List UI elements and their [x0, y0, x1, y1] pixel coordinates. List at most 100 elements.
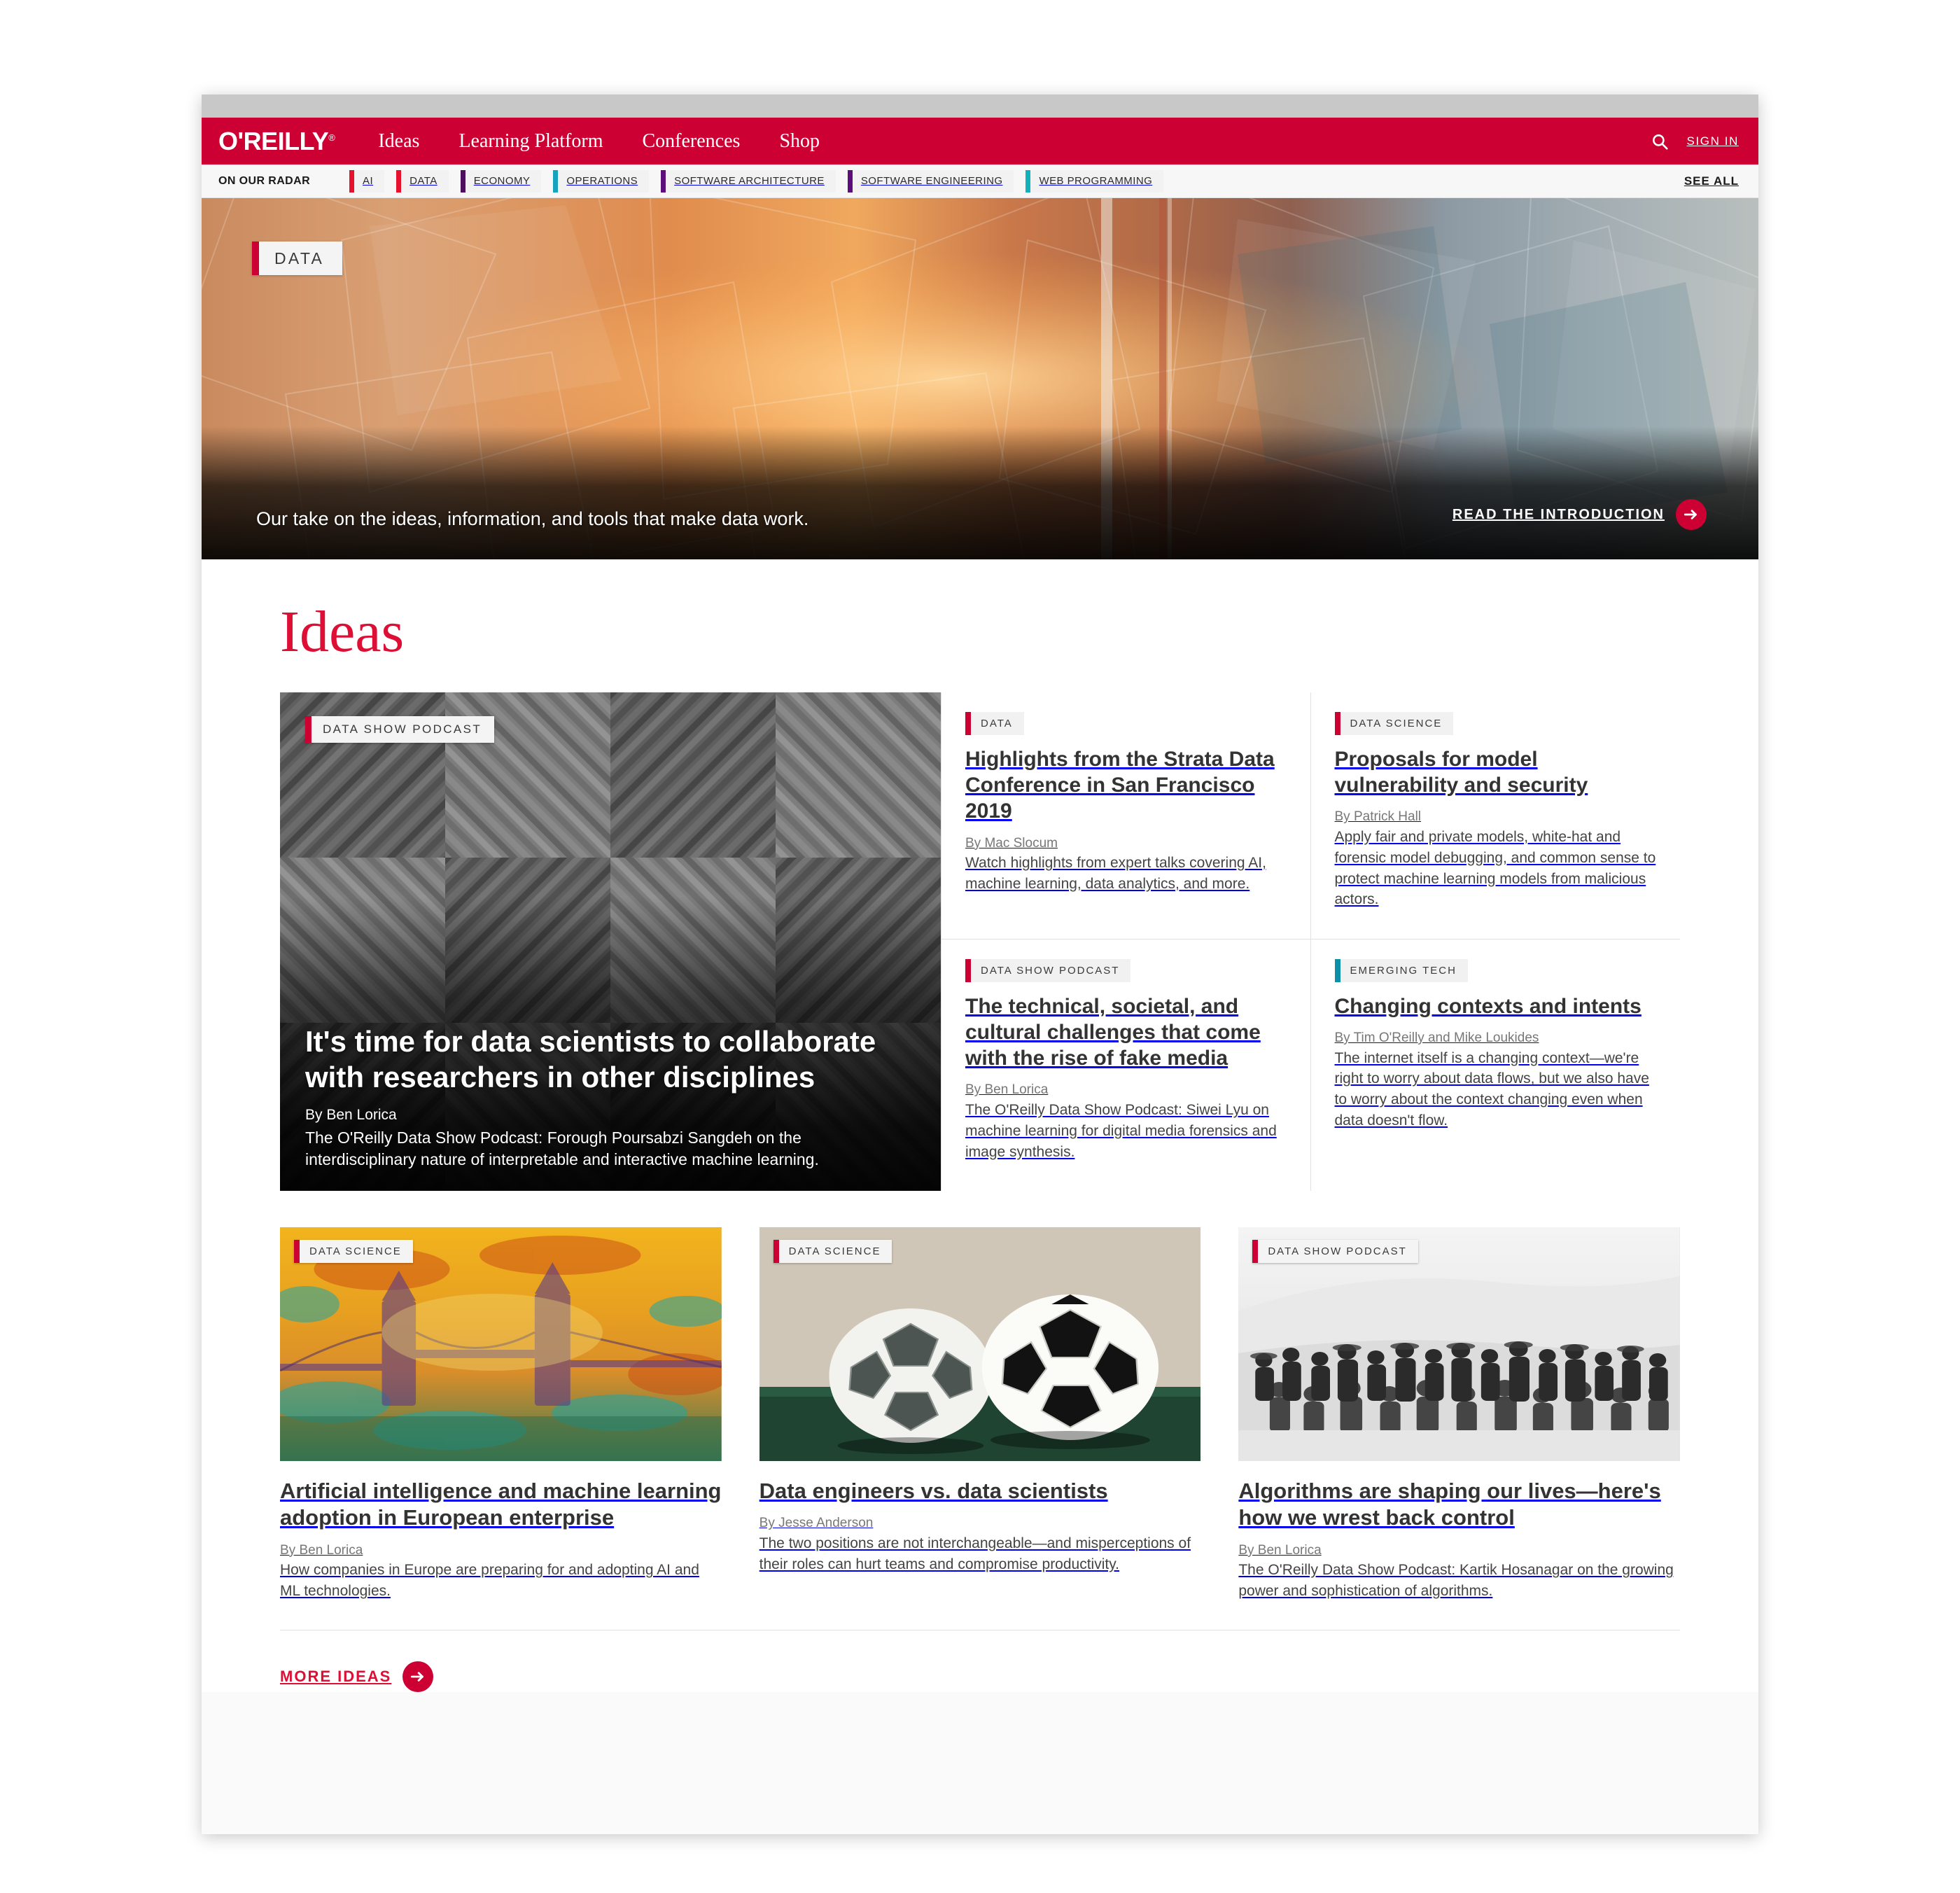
article-body: Artificial intelligence and machine lear… [280, 1461, 722, 1602]
article-card-fake-media[interactable]: DATA SHOW PODCAST The technical, societa… [941, 939, 1311, 1191]
article-title: Changing contexts and intents [1334, 994, 1642, 1018]
radar-chip-ai[interactable]: AI [349, 169, 385, 193]
radar-chip-color-bar [553, 169, 559, 193]
article-title: Artificial intelligence and machine lear… [280, 1479, 722, 1530]
article-card-model-vulnerability[interactable]: DATA SCIENCE Proposals for model vulnera… [1310, 692, 1680, 939]
nav-links: Ideas Learning Platform Conferences Shop [378, 130, 820, 153]
nav-right-group: SIGN IN [1651, 118, 1740, 165]
page-footer-strip [202, 1692, 1758, 1736]
radar-items: AI DATA ECONOMY OPERATIONS SOFTWARE ARCH… [349, 169, 1164, 193]
hero-bottom-scrim [202, 426, 1758, 559]
article-card-european-enterprise[interactable]: DATA SCIENCE Artificial intelligence and… [280, 1227, 722, 1602]
article-card-data-engineers[interactable]: DATA SCIENCE Data engineers vs. data sci… [759, 1227, 1201, 1602]
badge-color-bar [294, 1240, 300, 1263]
badge-color-bar [1334, 958, 1340, 982]
radar-chip-web-programming[interactable]: WEB PROGRAMMING [1026, 169, 1164, 193]
article-card-changing-contexts[interactable]: EMERGING TECH Changing contexts and inte… [1311, 939, 1681, 1191]
badge-color-bar [965, 958, 971, 982]
arrow-right-icon [1676, 499, 1707, 530]
radar-chip-color-bar [349, 169, 355, 193]
article-thumbnail: DATA SCIENCE [280, 1227, 722, 1461]
radar-chip-economy[interactable]: ECONOMY [460, 169, 542, 193]
see-all-link[interactable]: SEE ALL [1684, 174, 1739, 188]
category-badge: DATA SCIENCE [1334, 712, 1454, 735]
category-badge: DATA SHOW PODCAST [965, 958, 1131, 982]
browser-chrome-strip [202, 95, 1758, 118]
radar-chip-color-bar [460, 169, 465, 193]
badge-color-bar [305, 716, 312, 743]
radar-chip-color-bar [661, 169, 666, 193]
feature-description: The O'Reilly Data Show Podcast: Forough … [305, 1128, 819, 1169]
radar-chip-label: OPERATIONS [566, 175, 638, 187]
category-badge: DATA SCIENCE [773, 1240, 892, 1263]
article-author: By Tim O'Reilly and Mike Loukides [1334, 1031, 1539, 1045]
radar-chip-software-engineering[interactable]: SOFTWARE ENGINEERING [847, 169, 1014, 193]
category-badge: EMERGING TECH [1334, 958, 1468, 982]
radar-chip-color-bar [396, 169, 402, 193]
nav-item-shop[interactable]: Shop [779, 130, 820, 153]
radar-chip-label: DATA [410, 175, 438, 187]
article-thumbnail: DATA SCIENCE [759, 1227, 1201, 1461]
article-title: Data engineers vs. data scientists [759, 1479, 1108, 1503]
category-badge: DATA SCIENCE [294, 1240, 413, 1263]
radar-chip-color-bar [847, 169, 853, 193]
article-title: The technical, societal, and cultural ch… [965, 994, 1261, 1070]
category-badge-label: DATA SCIENCE [309, 1245, 402, 1257]
article-author: By Patrick Hall [1334, 809, 1422, 825]
main-navbar: O'REILLY® Ideas Learning Platform Confer… [202, 118, 1758, 165]
category-badge-label: DATA SCIENCE [788, 1245, 881, 1257]
radar-chip-label: SOFTWARE ARCHITECTURE [674, 175, 825, 187]
category-badge: DATA [965, 712, 1024, 735]
feature-badge-label: DATA SHOW PODCAST [323, 722, 482, 736]
hero-tagline: Our take on the ideas, information, and … [256, 508, 809, 529]
article-title: Algorithms are shaping our lives—here's … [1238, 1479, 1661, 1530]
hero-cta-label: READ THE INTRODUCTION [1452, 506, 1665, 522]
nav-item-learning-platform[interactable]: Learning Platform [458, 130, 603, 153]
category-badge-label: DATA SCIENCE [1350, 718, 1443, 729]
feature-category-badge: DATA SHOW PODCAST [305, 716, 495, 743]
search-icon[interactable] [1651, 132, 1669, 151]
article-thumbnail: DATA SHOW PODCAST [1238, 1227, 1681, 1461]
more-ideas-button[interactable]: MORE IDEAS [280, 1630, 1680, 1693]
radar-chip-label: AI [363, 175, 374, 187]
article-card-algorithms-control[interactable]: DATA SHOW PODCAST Algorithms are shaping… [1238, 1227, 1681, 1602]
category-badge-label: DATA SHOW PODCAST [981, 964, 1120, 977]
article-card-strata-highlights[interactable]: DATA Highlights from the Strata Data Con… [941, 692, 1311, 939]
badge-color-bar [773, 1240, 779, 1263]
nav-item-conferences[interactable]: Conferences [643, 130, 741, 153]
radar-chip-data[interactable]: DATA [396, 169, 449, 193]
article-description: The internet itself is a changing contex… [1334, 1049, 1649, 1129]
oreilly-logo[interactable]: O'REILLY® [218, 127, 335, 156]
on-our-radar-bar: ON OUR RADAR AI DATA ECONOMY OPERATIONS … [202, 165, 1758, 198]
page-title: Ideas [280, 599, 405, 664]
hero-badge-label: DATA [274, 249, 325, 267]
feature-article-card[interactable]: DATA SHOW PODCAST It's time for data sci… [280, 692, 941, 1191]
article-description: The two positions are not interchangeabl… [759, 1535, 1191, 1572]
feature-author: By Ben Lorica [305, 1107, 397, 1124]
article-author: By Mac Slocum [965, 835, 1058, 851]
logo-text: O'REILLY [218, 126, 329, 155]
article-body: Algorithms are shaping our lives—here's … [1238, 1461, 1680, 1602]
category-badge-label: EMERGING TECH [1350, 964, 1457, 977]
read-the-introduction-button[interactable]: READ THE INTRODUCTION [1452, 499, 1707, 530]
radar-label: ON OUR RADAR [218, 174, 311, 187]
main-content: Ideas DATA SHOW PODCAST It's time for da… [202, 559, 1758, 1693]
category-badge: DATA SHOW PODCAST [1252, 1240, 1418, 1263]
feature-title: It's time for data scientists to collabo… [305, 1024, 876, 1094]
article-description: The O'Reilly Data Show Podcast: Kartik H… [1238, 1562, 1674, 1600]
content-inner: Ideas DATA SHOW PODCAST It's time for da… [280, 559, 1681, 1693]
article-author: By Ben Lorica [965, 1082, 1049, 1098]
hero-category-badge[interactable]: DATA [252, 242, 343, 275]
article-author: By Ben Lorica [280, 1542, 363, 1558]
radar-chip-label: SOFTWARE ENGINEERING [860, 175, 1003, 187]
logo-registered-mark: ® [328, 132, 335, 143]
nav-item-ideas[interactable]: Ideas [378, 130, 419, 153]
radar-chip-software-architecture[interactable]: SOFTWARE ARCHITECTURE [661, 169, 836, 193]
badge-color-bar [252, 242, 259, 275]
article-title: Proposals for model vulnerability and se… [1334, 748, 1588, 797]
article-title: Highlights from the Strata Data Conferen… [965, 748, 1275, 823]
feature-text-block: It's time for data scientists to collabo… [305, 1024, 916, 1171]
sign-in-link[interactable]: SIGN IN [1687, 134, 1740, 148]
article-description: Apply fair and private models, white-hat… [1334, 828, 1656, 908]
radar-chip-operations[interactable]: OPERATIONS [553, 169, 650, 193]
